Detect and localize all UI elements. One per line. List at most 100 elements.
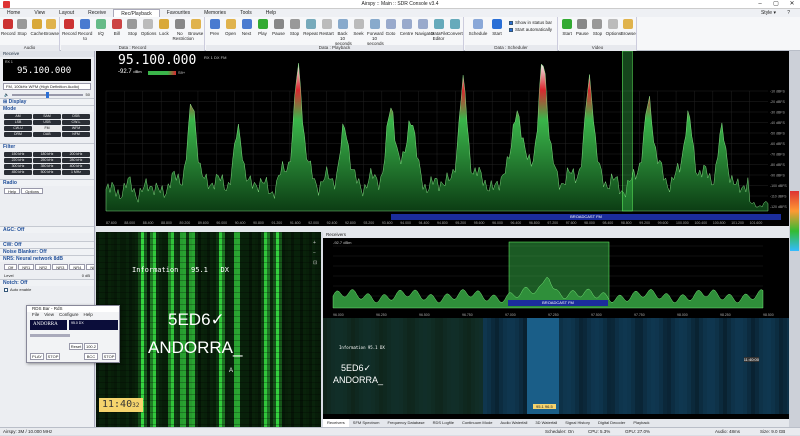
rds-reset-button[interactable]: Reset <box>69 343 83 350</box>
minimize-button[interactable]: – <box>752 0 768 9</box>
data-record-stop-button[interactable]: Stop <box>125 19 140 36</box>
audio-cache-button[interactable]: Cache <box>30 19 44 36</box>
menu-home[interactable]: Home <box>0 9 27 17</box>
spectrum-display[interactable]: -10 dBFS -20 dBFS -30 dBFS -40 dBFS -50 dBFS… <box>96 51 789 226</box>
nr-button-nr4[interactable]: NR4 <box>69 264 86 270</box>
filter-button[interactable]: 400 kHz <box>62 164 90 169</box>
video-pause-button[interactable]: Pause <box>575 19 589 36</box>
audio-browse-button[interactable]: Browse <box>44 19 59 36</box>
receivers-tab-digital-decoder[interactable]: Digital Decoder <box>594 419 629 427</box>
data-record-record-button[interactable]: Record <box>62 19 77 36</box>
data-playback-play-button[interactable]: Play <box>255 19 270 36</box>
mode-select[interactable]: FM, 100kHz WFM (High Definition Audio) <box>3 83 91 90</box>
schedule-button[interactable]: Schedule <box>468 19 488 36</box>
data-playback-forward-10-seconds-button[interactable]: Forward 10 seconds <box>367 19 384 46</box>
menu-recplayback[interactable]: Rec/Playback <box>113 9 160 17</box>
show-in-status-bar-checkbox[interactable]: Show in status bar <box>509 20 552 25</box>
menu-receive[interactable]: Receive <box>81 9 113 17</box>
rds-menu-view[interactable]: View <box>44 312 54 318</box>
start-automatically-checkbox[interactable]: Start automatically <box>509 27 552 32</box>
waterfall-display[interactable]: Information 95.1 DX 5ED6✓ ANDORRA_ A 11:… <box>96 232 321 427</box>
filter-button[interactable]: 250 kHz <box>33 158 61 163</box>
filter-button[interactable]: 450 kHz <box>4 170 32 175</box>
mode-button-dsb[interactable]: DSB <box>62 114 90 119</box>
data-playback-convert-button[interactable]: Convert <box>447 19 463 36</box>
maximize-button[interactable]: ▢ <box>768 0 784 9</box>
cw-section-header[interactable]: CW: Off <box>0 241 94 248</box>
filter-button[interactable]: 180 kHz <box>33 152 61 157</box>
receivers-tab-sfm-spectrum[interactable]: SFM Spectrum <box>349 419 384 427</box>
rds-floating-window[interactable]: RDS Bar - RdS File View Configure Help ANDO… <box>26 305 120 363</box>
mode-button-drm[interactable]: DRM <box>4 132 32 137</box>
rds-menu-configure[interactable]: Configure <box>59 312 79 318</box>
rds-slider[interactable] <box>30 334 70 337</box>
radio-tab-help[interactable]: Help <box>4 188 21 194</box>
data-playback-navigator-button[interactable]: Navigator <box>415 19 434 36</box>
data-record-record-to-button[interactable]: Record to <box>78 19 93 41</box>
mode-section-header[interactable]: Mode <box>0 105 94 112</box>
frequency-display[interactable]: RX 1 95.100.000 <box>3 59 91 81</box>
data-record-lock-button[interactable]: Lock <box>157 19 172 36</box>
filter-button[interactable]: 500 kHz <box>33 170 61 175</box>
tuning-marker[interactable] <box>622 51 633 212</box>
data-playback-repeat-button[interactable]: Repeat <box>303 19 318 36</box>
data-playback-pause-button[interactable]: Pause <box>271 19 286 36</box>
mode-button-dab[interactable]: DAB <box>33 132 61 137</box>
notch-section-header[interactable]: Notch: Off <box>0 279 94 286</box>
video-start-button[interactable]: Start <box>560 19 574 36</box>
rds-stop2-button[interactable]: STOP <box>102 353 116 360</box>
scheduler-start-button[interactable]: Start <box>490 19 504 36</box>
filter-button[interactable]: 300 kHz <box>4 164 32 169</box>
data-playback-prev-button[interactable]: Prev <box>207 19 222 36</box>
nr-button-nr3[interactable]: NR3 <box>52 264 69 270</box>
data-record-i-q-button[interactable]: I/Q <box>94 19 109 36</box>
receivers-tab-signal-history[interactable]: Signal History <box>561 419 594 427</box>
filter-button[interactable]: 220 kHz <box>4 158 32 163</box>
receivers-tab-frequency-database[interactable]: Frequency Database <box>383 419 428 427</box>
receivers-waterfall[interactable] <box>323 318 789 414</box>
help-icon[interactable]: ? <box>787 10 790 16</box>
mode-button-am[interactable]: AM <box>4 114 32 119</box>
receivers-tab-playback[interactable]: Playback <box>629 419 653 427</box>
fit-icon[interactable]: ⊡ <box>313 260 319 266</box>
menu-layout[interactable]: Layout <box>52 9 81 17</box>
filter-button[interactable]: 200 kHz <box>62 152 90 157</box>
data-playback-seek-button[interactable]: Seek <box>351 19 366 36</box>
radio-section-header[interactable]: Radio <box>0 179 94 186</box>
speaker-icon[interactable]: 🔈 <box>4 92 9 97</box>
noise-blanker-section-header[interactable]: Noise Blanker: Off <box>0 248 94 255</box>
nr-button-nr5[interactable]: NR5 <box>86 264 94 270</box>
receivers-tab-rds-logfile[interactable]: RDS Logfile <box>429 419 458 427</box>
menu-view[interactable]: View <box>27 9 52 17</box>
display-section-header[interactable]: ⊞ Display <box>0 98 94 105</box>
agc-section-header[interactable]: AGC: Off <box>0 226 94 233</box>
audio-record-button[interactable]: Record <box>1 19 16 36</box>
mode-button-sam[interactable]: SAM <box>33 114 61 119</box>
nr-section-header[interactable]: NR5: Neural network 8dB <box>0 255 94 262</box>
filter-button[interactable]: 280 kHz <box>62 158 90 163</box>
rds-stop-button[interactable]: STOP <box>46 353 60 360</box>
data-playback-stop-button[interactable]: Stop <box>287 19 302 36</box>
filter-button[interactable]: 1 MHz <box>62 170 90 175</box>
data-playback-goto-button[interactable]: Goto <box>383 19 398 36</box>
mode-button-usb[interactable]: USB <box>33 120 61 125</box>
menu-favourites[interactable]: Favourites <box>160 9 197 17</box>
filter-button[interactable]: 350 kHz <box>33 164 61 169</box>
menu-help[interactable]: Help <box>259 9 283 17</box>
mode-button-fm[interactable]: FM <box>33 126 61 131</box>
data-record-bill-button[interactable]: Bill <box>109 19 124 36</box>
mode-button-cw-u[interactable]: CW-U <box>4 126 32 131</box>
mode-button-lsb[interactable]: LSB <box>4 120 32 125</box>
receivers-tab-3d-waterfall[interactable]: 3D Waterfall <box>531 419 561 427</box>
rds-menu-help[interactable]: Help <box>83 312 92 318</box>
auto-enable-checkbox[interactable]: Auto enable <box>0 286 94 293</box>
video-browse-button[interactable]: Browse <box>621 19 636 36</box>
data-record-options-button[interactable]: Options <box>141 19 156 36</box>
receivers-tab-receivers[interactable]: Receivers <box>323 419 349 427</box>
nr-button-nr1[interactable]: NR1 <box>18 264 35 270</box>
receivers-spectrum[interactable]: 96.000 96.250 96.500 96.750 97.000 97.250 97.5… <box>323 238 789 318</box>
data-record-no-restriction-button[interactable]: No Restriction <box>172 19 194 41</box>
mode-button-nfm[interactable]: NFM <box>62 132 90 137</box>
video-stop-button[interactable]: Stop <box>590 19 604 36</box>
filter-section-header[interactable]: Filter <box>0 143 94 150</box>
